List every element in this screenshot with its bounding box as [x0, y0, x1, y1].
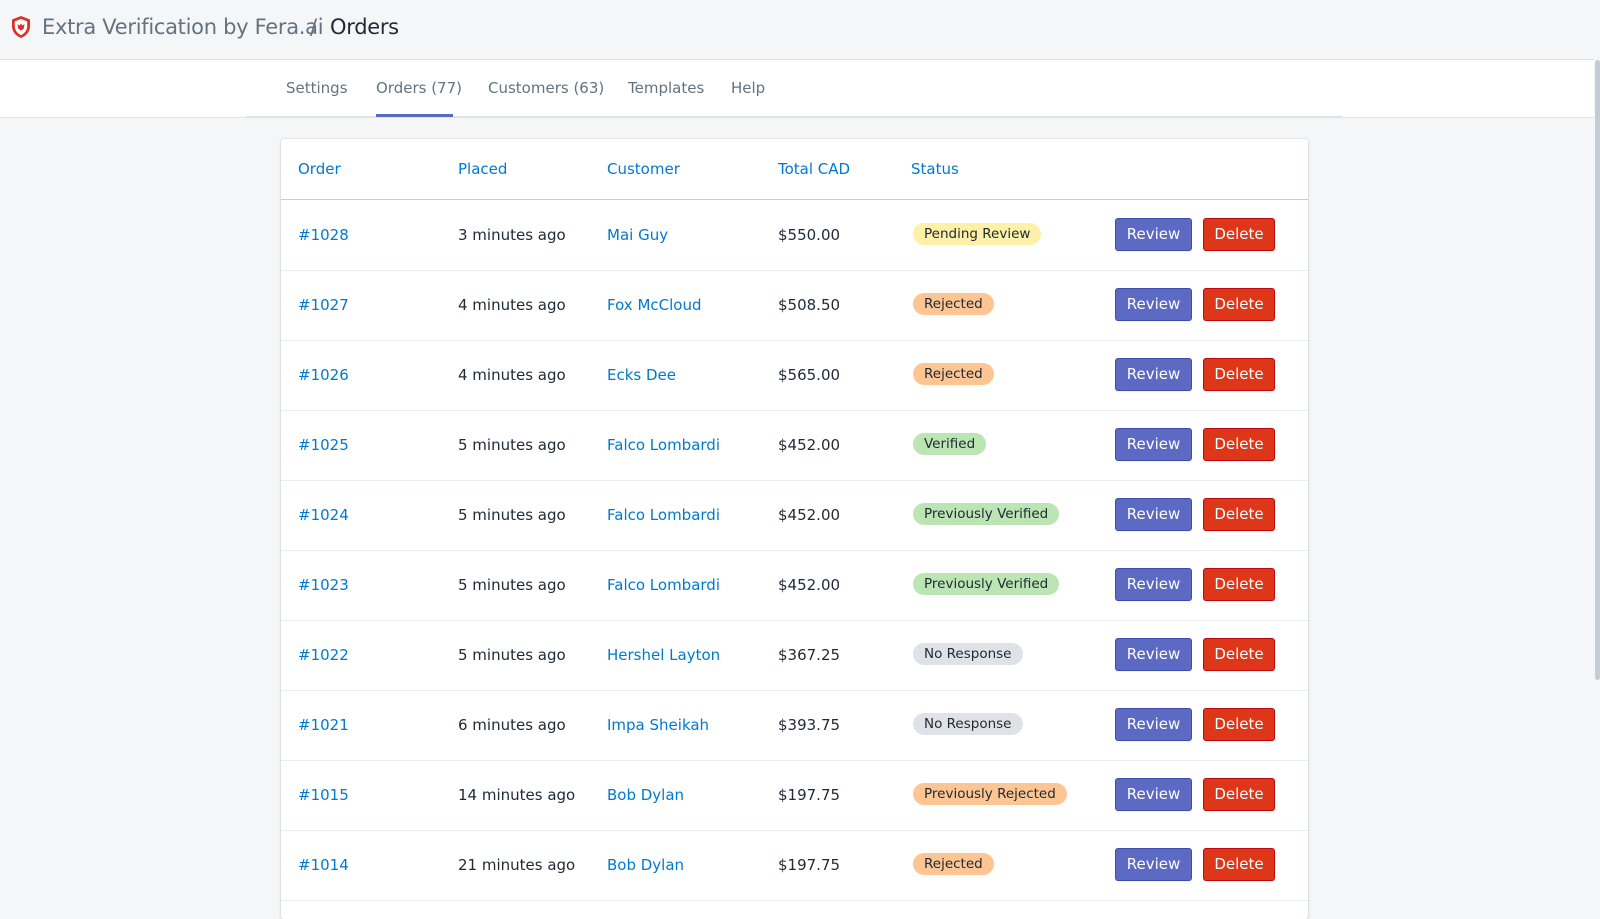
order-link[interactable]: #1023	[298, 550, 349, 620]
table-row: #1015 14 minutes ago Bob Dylan $197.75 P…	[281, 760, 1308, 831]
status-badge: Pending Review	[913, 223, 1042, 245]
status-badge: Rejected	[913, 853, 994, 875]
placed-time: 3 minutes ago	[458, 226, 566, 244]
order-total: $550.00	[778, 226, 841, 244]
customer-link[interactable]: Falco Lombardi	[607, 410, 720, 480]
tab-settings[interactable]: Settings	[286, 60, 348, 117]
delete-button[interactable]: Delete	[1203, 428, 1275, 461]
table-row: #1025 5 minutes ago Falco Lombardi $452.…	[281, 410, 1308, 481]
review-button[interactable]: Review	[1115, 218, 1192, 251]
order-total: $452.00	[778, 576, 841, 594]
column-header-total[interactable]: Total CAD	[778, 139, 850, 199]
column-header-status[interactable]: Status	[911, 139, 959, 199]
review-button[interactable]: Review	[1115, 498, 1192, 531]
review-button[interactable]: Review	[1115, 708, 1192, 741]
tab-orders[interactable]: Orders (77)	[376, 60, 462, 117]
tab-templates[interactable]: Templates	[628, 60, 704, 117]
table-header: Order Placed Customer Total CAD Status	[281, 139, 1308, 200]
placed-time: 21 minutes ago	[458, 856, 576, 874]
placed-time: 4 minutes ago	[458, 366, 566, 384]
customer-link[interactable]: Ecks Dee	[607, 340, 676, 410]
breadcrumb-app-name[interactable]: Extra Verification by Fera.ai	[42, 15, 324, 39]
tab-help[interactable]: Help	[731, 60, 765, 117]
customer-link[interactable]: Bob Dylan	[607, 830, 684, 900]
placed-time: 5 minutes ago	[458, 646, 566, 664]
order-link[interactable]: #1014	[298, 830, 349, 900]
review-button[interactable]: Review	[1115, 288, 1192, 321]
tab-bar: Settings Orders (77) Customers (63) Temp…	[0, 60, 1596, 118]
placed-time: 14 minutes ago	[458, 786, 576, 804]
placed-time: 5 minutes ago	[458, 576, 566, 594]
order-total: $565.00	[778, 366, 841, 384]
order-total: $452.00	[778, 506, 841, 524]
review-button[interactable]: Review	[1115, 848, 1192, 881]
customer-link[interactable]: Falco Lombardi	[607, 480, 720, 550]
customer-link[interactable]: Falco Lombardi	[607, 550, 720, 620]
delete-button[interactable]: Delete	[1203, 218, 1275, 251]
customer-link[interactable]: Hershel Layton	[607, 620, 720, 690]
scrollbar-thumb[interactable]	[1595, 60, 1600, 680]
order-total: $452.00	[778, 436, 841, 454]
order-link[interactable]: #1021	[298, 690, 349, 760]
delete-button[interactable]: Delete	[1203, 638, 1275, 671]
table-row: #1014 21 minutes ago Bob Dylan $197.75 R…	[281, 830, 1308, 901]
column-header-placed[interactable]: Placed	[458, 139, 507, 199]
order-link[interactable]: #1015	[298, 760, 349, 830]
placed-time: 6 minutes ago	[458, 716, 566, 734]
review-button[interactable]: Review	[1115, 568, 1192, 601]
tab-customers[interactable]: Customers (63)	[488, 60, 604, 117]
order-total: $367.25	[778, 646, 841, 664]
placed-time: 4 minutes ago	[458, 296, 566, 314]
table-row: #1021 6 minutes ago Impa Sheikah $393.75…	[281, 690, 1308, 761]
table-row: #1028 3 minutes ago Mai Guy $550.00 Pend…	[281, 200, 1308, 271]
column-header-customer[interactable]: Customer	[607, 139, 680, 199]
order-link[interactable]: #1025	[298, 410, 349, 480]
customer-link[interactable]: Impa Sheikah	[607, 690, 709, 760]
order-total: $393.75	[778, 716, 841, 734]
customer-link[interactable]: Fox McCloud	[607, 270, 702, 340]
orders-table-card: Order Placed Customer Total CAD Status #…	[281, 139, 1308, 919]
delete-button[interactable]: Delete	[1203, 848, 1275, 881]
order-total: $197.75	[778, 786, 841, 804]
order-link[interactable]: #1028	[298, 200, 349, 270]
order-link[interactable]: #1022	[298, 620, 349, 690]
order-link[interactable]: #1024	[298, 480, 349, 550]
delete-button[interactable]: Delete	[1203, 288, 1275, 321]
breadcrumb-separator: /	[310, 15, 318, 39]
column-header-order[interactable]: Order	[298, 139, 341, 199]
placed-time: 5 minutes ago	[458, 506, 566, 524]
review-button[interactable]: Review	[1115, 358, 1192, 391]
status-badge: Previously Rejected	[913, 783, 1067, 805]
table-row: #1024 5 minutes ago Falco Lombardi $452.…	[281, 480, 1308, 551]
status-badge: Rejected	[913, 363, 994, 385]
order-total: $508.50	[778, 296, 841, 314]
customer-link[interactable]: Bob Dylan	[607, 760, 684, 830]
status-badge: Previously Verified	[913, 573, 1060, 595]
order-total: $197.75	[778, 856, 841, 874]
shield-icon	[12, 16, 30, 38]
delete-button[interactable]: Delete	[1203, 358, 1275, 391]
delete-button[interactable]: Delete	[1203, 708, 1275, 741]
delete-button[interactable]: Delete	[1203, 778, 1275, 811]
delete-button[interactable]: Delete	[1203, 568, 1275, 601]
status-badge: No Response	[913, 643, 1023, 665]
order-link[interactable]: #1026	[298, 340, 349, 410]
table-row: #1026 4 minutes ago Ecks Dee $565.00 Rej…	[281, 340, 1308, 411]
table-row: #1023 5 minutes ago Falco Lombardi $452.…	[281, 550, 1308, 621]
top-bar: Extra Verification by Fera.ai / Orders	[0, 0, 1600, 60]
page-title: Orders	[330, 15, 399, 39]
table-row: #1022 5 minutes ago Hershel Layton $367.…	[281, 620, 1308, 691]
status-badge: Previously Verified	[913, 503, 1060, 525]
delete-button[interactable]: Delete	[1203, 498, 1275, 531]
status-badge: Rejected	[913, 293, 994, 315]
table-row: #1027 4 minutes ago Fox McCloud $508.50 …	[281, 270, 1308, 341]
review-button[interactable]: Review	[1115, 638, 1192, 671]
order-link[interactable]: #1027	[298, 270, 349, 340]
status-badge: No Response	[913, 713, 1023, 735]
review-button[interactable]: Review	[1115, 428, 1192, 461]
placed-time: 5 minutes ago	[458, 436, 566, 454]
customer-link[interactable]: Mai Guy	[607, 200, 668, 270]
review-button[interactable]: Review	[1115, 778, 1192, 811]
status-badge: Verified	[913, 433, 987, 455]
